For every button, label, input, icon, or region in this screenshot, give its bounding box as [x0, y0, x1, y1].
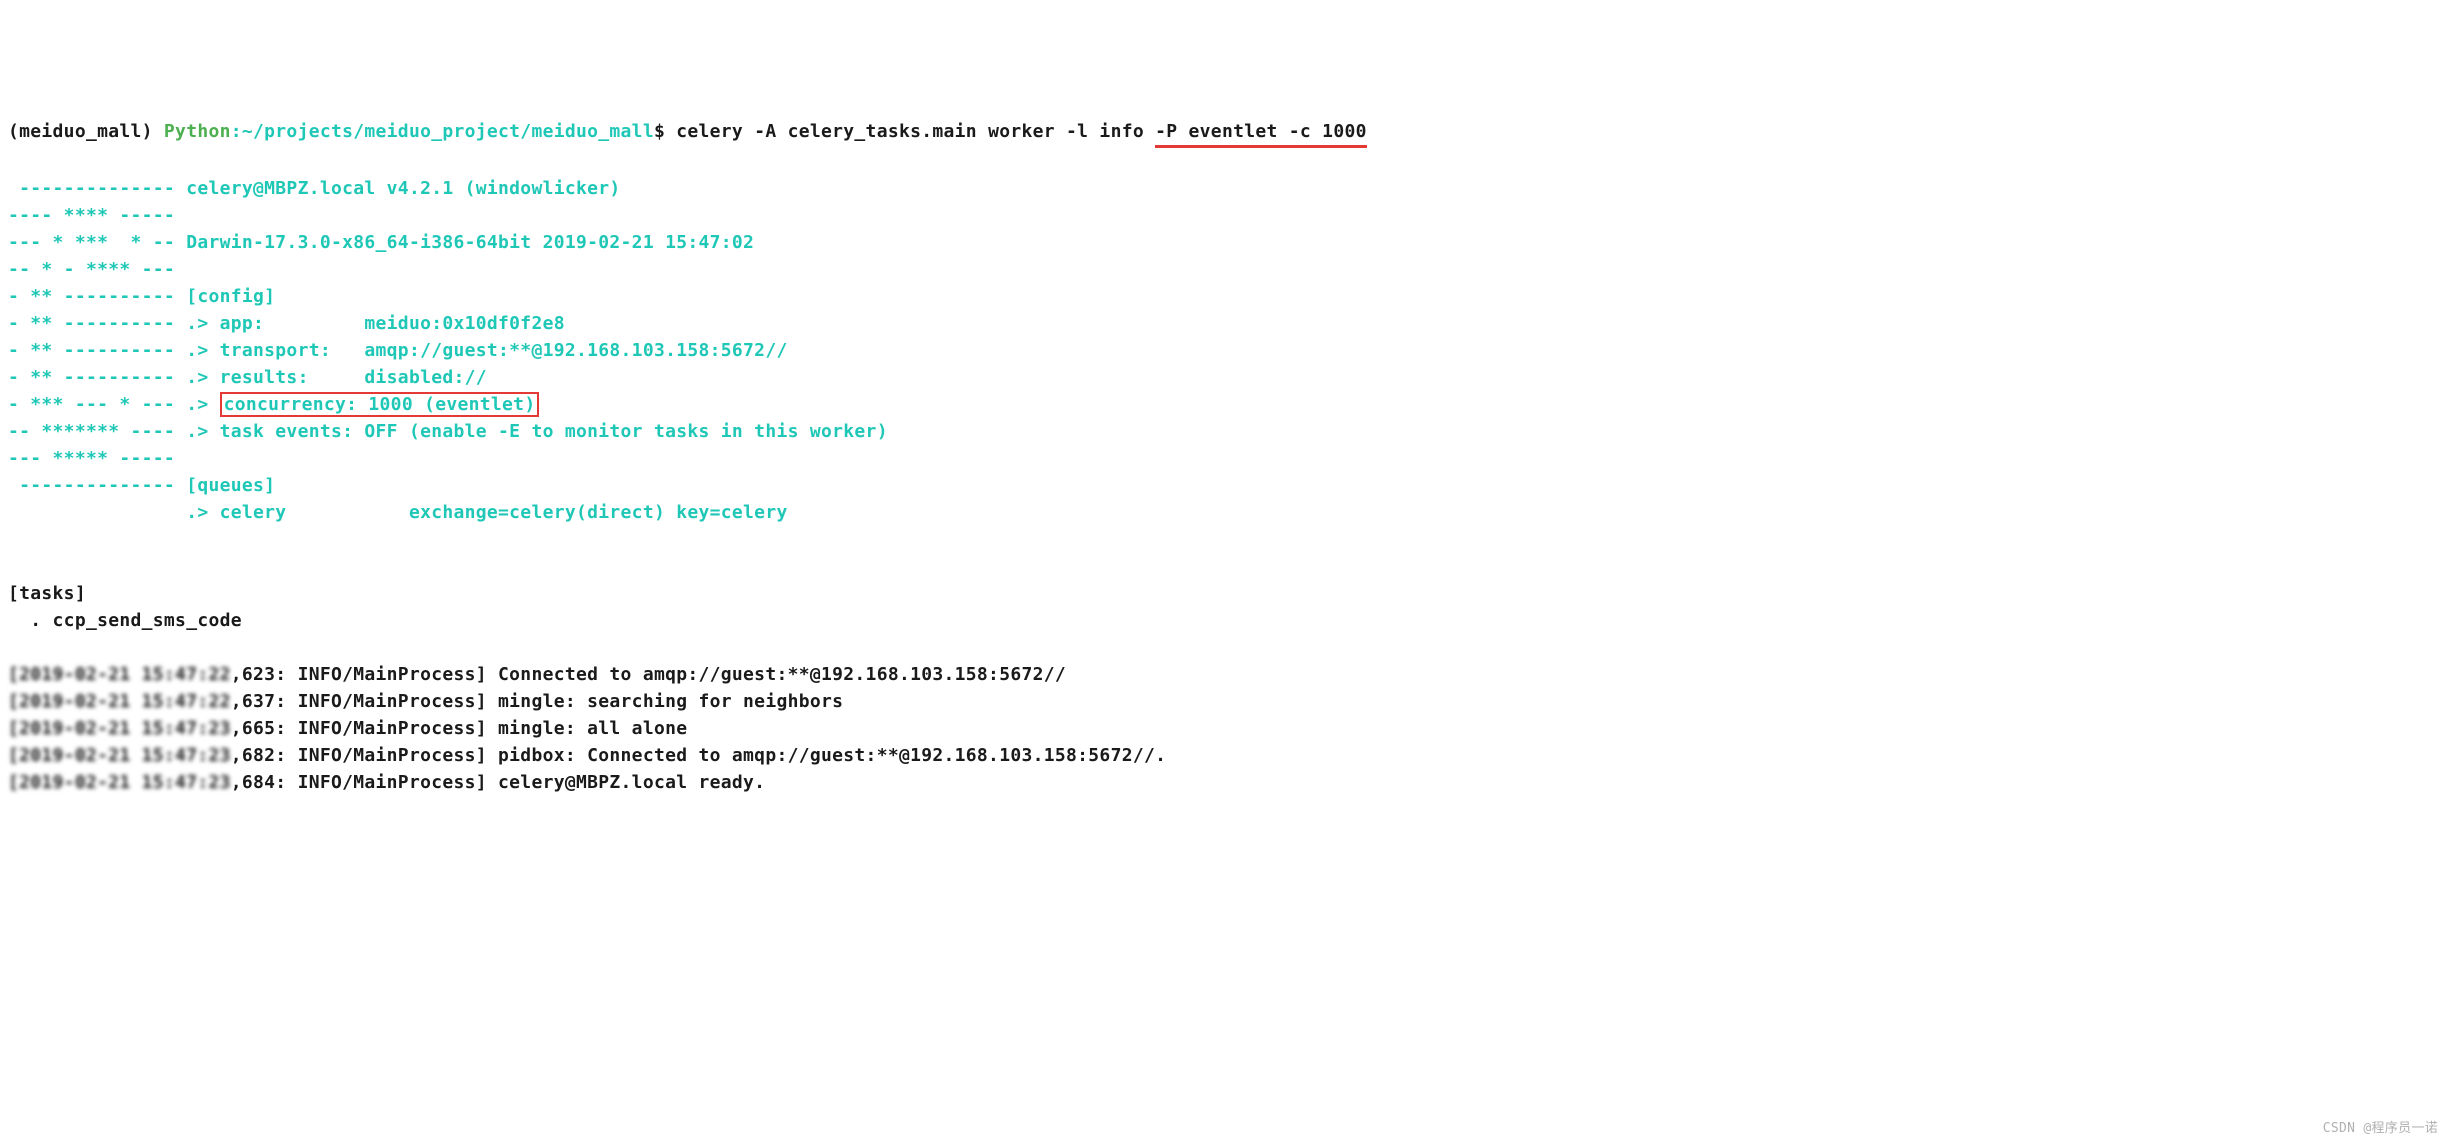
- watermark: CSDN @程序员一诺: [2323, 1119, 2438, 1139]
- log-line: ,665: INFO/MainProcess] mingle: all alon…: [231, 718, 688, 739]
- banner-art: ---- **** -----: [8, 205, 175, 226]
- banner-art: -- ******* ----: [8, 421, 186, 442]
- banner-art: -- * - **** ---: [8, 259, 175, 280]
- log-timestamp: [2019-02-21 15:47:23: [8, 718, 231, 739]
- banner-art: - *** --- * ---: [8, 394, 186, 415]
- config-app: .> app: meiduo:0x10df0f2e8: [186, 313, 565, 334]
- tasks-header: [tasks]: [8, 583, 86, 604]
- config-concurrency-highlighted: concurrency: 1000 (eventlet): [220, 392, 540, 417]
- queues-header: [queues]: [186, 475, 275, 496]
- log-line: ,682: INFO/MainProcess] pidbox: Connecte…: [231, 745, 1167, 766]
- banner-art: --------------: [8, 178, 186, 199]
- tasks-item: . ccp_send_sms_code: [8, 610, 242, 631]
- config-arrow: .>: [186, 394, 219, 415]
- banner-art: --------------: [8, 475, 186, 496]
- command-main: celery -A celery_tasks.main worker -l in…: [676, 121, 1155, 142]
- banner-platform: Darwin-17.3.0-x86_64-i386-64bit 2019-02-…: [186, 232, 754, 253]
- prompt-path: :~/projects/meiduo_project/meiduo_mall: [231, 121, 654, 142]
- banner-art: - ** ----------: [8, 340, 186, 361]
- log-timestamp: [2019-02-21 15:47:22: [8, 664, 231, 685]
- log-timestamp: [2019-02-21 15:47:23: [8, 772, 231, 793]
- banner-art: - ** ----------: [8, 286, 186, 307]
- prompt-user: Python: [164, 121, 231, 142]
- queues-celery: .> celery exchange=celery(direct) key=ce…: [186, 502, 787, 523]
- banner-art: --- ***** -----: [8, 448, 175, 469]
- prompt-env: (meiduo_mall): [8, 121, 164, 142]
- log-line: ,684: INFO/MainProcess] celery@MBPZ.loca…: [231, 772, 766, 793]
- banner-title: celery@MBPZ.local v4.2.1 (windowlicker): [186, 178, 620, 199]
- banner-art: - ** ----------: [8, 313, 186, 334]
- log-line: ,637: INFO/MainProcess] mingle: searchin…: [231, 691, 844, 712]
- config-header: [config]: [186, 286, 275, 307]
- terminal-output: (meiduo_mall) Python:~/projects/meiduo_p…: [8, 118, 2438, 796]
- log-timestamp: [2019-02-21 15:47:23: [8, 745, 231, 766]
- config-transport: .> transport: amqp://guest:**@192.168.10…: [186, 340, 787, 361]
- banner-art: - ** ----------: [8, 367, 186, 388]
- command-highlighted: -P eventlet -c 1000: [1155, 118, 1367, 148]
- log-line: ,623: INFO/MainProcess] Connected to amq…: [231, 664, 1066, 685]
- log-timestamp: [2019-02-21 15:47:22: [8, 691, 231, 712]
- banner-art: [8, 502, 186, 523]
- banner-art: --- * *** * --: [8, 232, 186, 253]
- config-results: .> results: disabled://: [186, 367, 487, 388]
- prompt-dollar: $: [654, 121, 676, 142]
- config-taskevents: .> task events: OFF (enable -E to monito…: [186, 421, 888, 442]
